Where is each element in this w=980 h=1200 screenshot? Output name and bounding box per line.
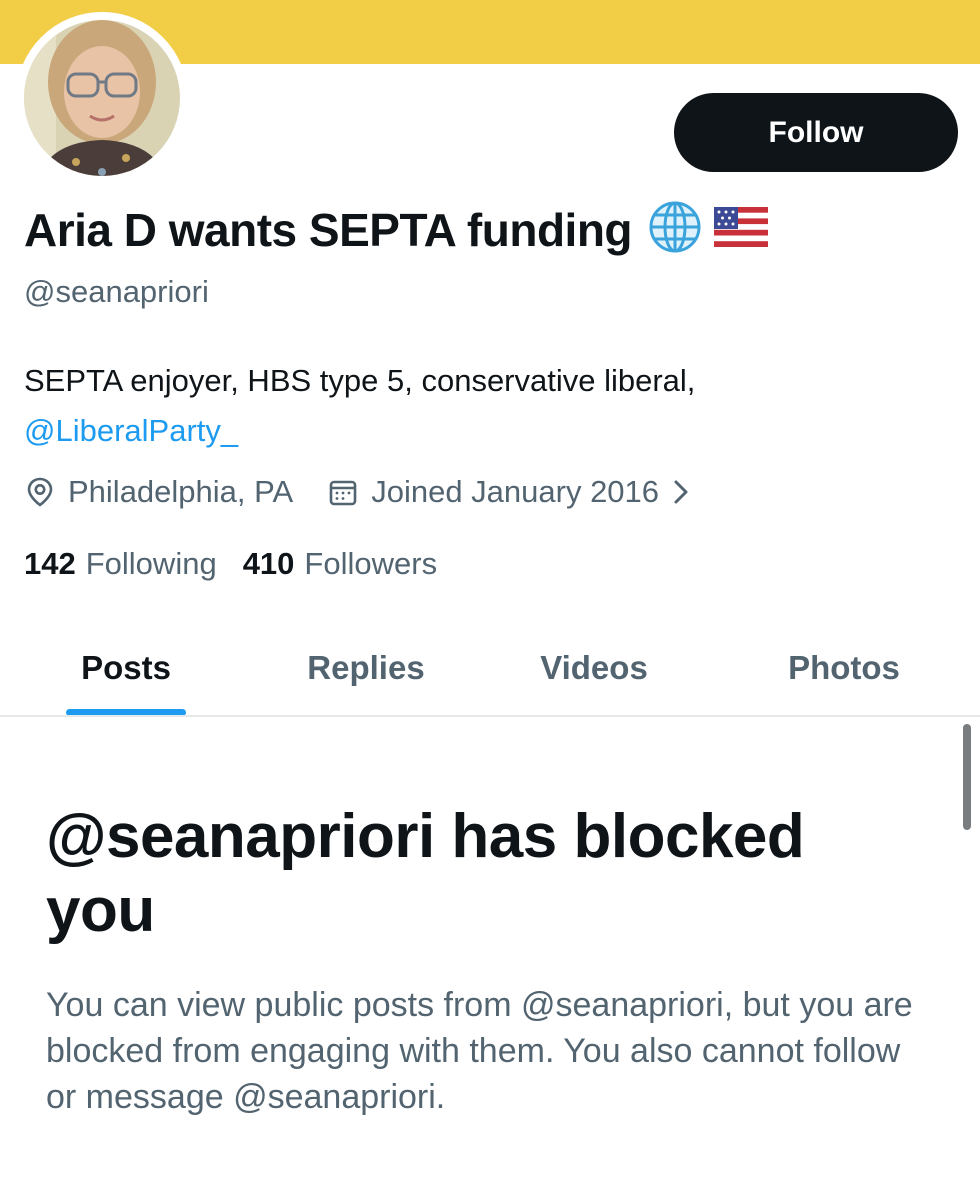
joined-item[interactable]: Joined January 2016 <box>327 474 703 510</box>
following-count: 142 <box>24 546 76 581</box>
profile-meta: Philadelphia, PA Joined January 2016 <box>24 474 703 510</box>
followers-count: 410 <box>242 546 295 581</box>
scrollbar[interactable] <box>963 724 971 830</box>
blocked-title: @seanapriori has blocked you <box>46 802 805 945</box>
blocked-description: You can view public posts from @seanapri… <box>46 986 913 1116</box>
tab-posts[interactable]: Posts <box>26 620 226 716</box>
followers-label: Followers <box>304 546 438 581</box>
joined-text: Joined January 2016 <box>371 474 660 509</box>
followers-stat[interactable]: 410 Followers <box>243 546 437 582</box>
bio-text: SEPTA enjoyer, HBS type 5, conservative … <box>24 363 696 398</box>
profile-tabs: Posts Replies Videos Photos <box>0 620 980 716</box>
location-item: Philadelphia, PA <box>24 474 293 510</box>
display-name: Aria D wants SEPTA funding <box>24 203 633 256</box>
location-pin-icon <box>27 477 53 507</box>
follow-button[interactable]: Follow <box>674 93 958 172</box>
profile-handle: @seanapriori <box>24 274 209 309</box>
tabs-divider <box>0 715 980 717</box>
tab-videos[interactable]: Videos <box>494 620 694 716</box>
follow-stats: 142 Following 410 Followers <box>24 546 437 582</box>
avatar[interactable] <box>16 12 188 184</box>
chevron-right-icon <box>674 480 688 504</box>
location-text: Philadelphia, PA <box>68 474 294 509</box>
display-name-row: Aria D wants SEPTA funding <box>24 200 769 259</box>
profile-bio: SEPTA enjoyer, HBS type 5, conservative … <box>24 356 944 456</box>
globe-icon <box>648 200 702 259</box>
following-label: Following <box>85 546 217 581</box>
tab-replies[interactable]: Replies <box>266 620 466 716</box>
bio-link[interactable]: @LiberalParty_ <box>24 406 944 456</box>
tab-photos[interactable]: Photos <box>744 620 944 716</box>
calendar-icon <box>329 480 357 506</box>
us-flag-icon <box>714 207 769 252</box>
following-stat[interactable]: 142 Following <box>24 546 217 582</box>
